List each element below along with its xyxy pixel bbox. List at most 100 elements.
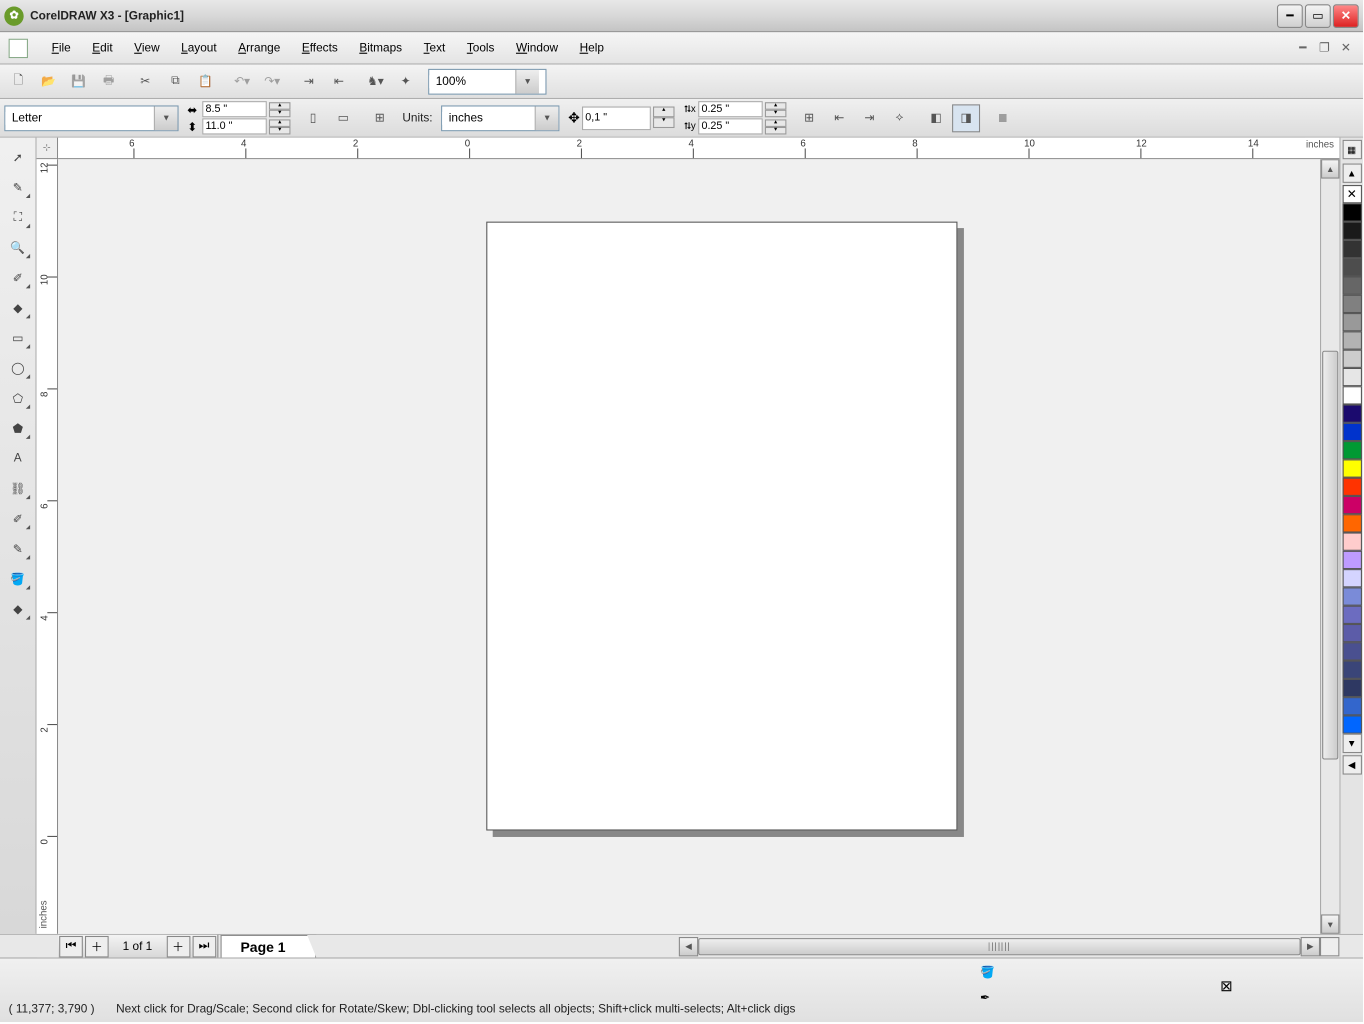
menu-bitmaps[interactable]: Bitmaps xyxy=(349,38,413,57)
eyedropper-tool[interactable]: ✐ xyxy=(4,506,32,532)
print-button[interactable]: 🖶 xyxy=(95,67,123,95)
color-swatch[interactable] xyxy=(1342,295,1361,313)
color-swatch[interactable] xyxy=(1342,313,1361,331)
mdi-minimize-button[interactable]: ━ xyxy=(1294,40,1311,55)
palette-options-button[interactable]: ▦ xyxy=(1342,140,1361,159)
portrait-button[interactable]: ▯ xyxy=(299,104,327,132)
horizontal-scrollbar[interactable]: ◀ ▶ xyxy=(317,935,1340,958)
corel-online-button[interactable]: ✦ xyxy=(392,67,420,95)
ruler-origin[interactable]: ⊹ xyxy=(37,138,59,160)
dup-y-input[interactable] xyxy=(698,118,763,134)
color-swatch[interactable] xyxy=(1342,569,1361,587)
new-button[interactable]: 🗋 xyxy=(4,67,32,95)
paste-button[interactable]: 📋 xyxy=(191,67,219,95)
dup-x-input[interactable] xyxy=(698,101,763,117)
units-combo[interactable]: ▼ xyxy=(441,105,559,131)
color-swatch[interactable] xyxy=(1342,386,1361,404)
hscroll-left-button[interactable]: ◀ xyxy=(679,936,698,955)
height-spinner[interactable]: ▴▾ xyxy=(269,119,291,134)
freehand-tool[interactable]: ✐ xyxy=(4,265,32,291)
redo-button[interactable]: ↷▾ xyxy=(258,67,286,95)
treat-as-filled-button[interactable]: ◧ xyxy=(922,104,950,132)
color-swatch[interactable] xyxy=(1342,661,1361,679)
hscroll-right-button[interactable]: ▶ xyxy=(1301,936,1320,955)
maximize-button[interactable]: ▭ xyxy=(1305,4,1331,28)
color-swatch[interactable] xyxy=(1342,423,1361,441)
zoom-input[interactable] xyxy=(429,75,515,88)
palette-scroll-up-button[interactable]: ▲ xyxy=(1342,164,1361,183)
color-swatch[interactable] xyxy=(1342,624,1361,642)
color-swatch[interactable] xyxy=(1342,642,1361,660)
ellipse-tool[interactable]: ◯ xyxy=(4,355,32,381)
export-button[interactable]: ⇤ xyxy=(325,67,353,95)
vscroll-thumb[interactable] xyxy=(1322,351,1338,760)
fill-indicator-icon[interactable]: 🪣 xyxy=(980,965,1002,987)
crop-tool[interactable]: ⛶ xyxy=(4,204,32,230)
smart-fill-tool[interactable]: ◆ xyxy=(4,295,32,321)
cut-button[interactable]: ✂ xyxy=(131,67,159,95)
mdi-restore-button[interactable]: ❐ xyxy=(1316,40,1333,55)
close-button[interactable]: ✕ xyxy=(1333,4,1359,28)
color-swatch[interactable] xyxy=(1342,441,1361,459)
page-tab[interactable]: Page 1 xyxy=(220,935,317,959)
color-swatch[interactable] xyxy=(1342,533,1361,551)
nudge-spinner[interactable]: ▴▾ xyxy=(653,106,675,130)
page-size-input[interactable] xyxy=(5,111,153,124)
menu-window[interactable]: Window xyxy=(505,38,569,57)
add-page-after-button[interactable]: ＋ xyxy=(166,935,190,957)
palette-expand-button[interactable]: ◀ xyxy=(1342,755,1361,774)
color-swatch[interactable] xyxy=(1342,514,1361,532)
zoom-combo[interactable]: ▼ xyxy=(428,68,546,94)
copy-button[interactable]: ⧉ xyxy=(161,67,189,95)
menu-arrange[interactable]: Arrange xyxy=(227,38,291,57)
import-button[interactable]: ⇥ xyxy=(295,67,323,95)
snap-to-objects-button[interactable]: ⇥ xyxy=(855,104,883,132)
vertical-scrollbar[interactable]: ▲ ▼ xyxy=(1320,159,1339,934)
draw-complex-button[interactable]: ◨ xyxy=(952,104,980,132)
shape-tool[interactable]: ✎ xyxy=(4,174,32,200)
vscroll-down-button[interactable]: ▼ xyxy=(1321,914,1339,933)
menu-edit[interactable]: Edit xyxy=(81,38,123,57)
save-button[interactable]: 💾 xyxy=(65,67,93,95)
interactive-blend-tool[interactable]: ⛓ xyxy=(4,476,32,502)
page-height-input[interactable] xyxy=(202,118,267,134)
color-swatch[interactable] xyxy=(1342,222,1361,240)
polygon-tool[interactable]: ⬠ xyxy=(4,385,32,411)
basic-shapes-tool[interactable]: ⬟ xyxy=(4,415,32,441)
interactive-fill-tool[interactable]: ◆ xyxy=(4,596,32,622)
menu-effects[interactable]: Effects xyxy=(291,38,348,57)
color-swatch[interactable] xyxy=(1342,203,1361,221)
vertical-ruler[interactable]: inches 121086420 xyxy=(37,159,59,934)
color-swatch[interactable] xyxy=(1342,697,1361,715)
mdi-close-button[interactable]: ✕ xyxy=(1337,40,1354,55)
menu-view[interactable]: View xyxy=(123,38,170,57)
drawing-surface[interactable] xyxy=(58,159,1339,934)
color-swatch[interactable] xyxy=(1342,350,1361,368)
open-button[interactable]: 📂 xyxy=(34,67,62,95)
app-launcher-button[interactable]: ♞▾ xyxy=(361,67,389,95)
dup-x-spinner[interactable]: ▴▾ xyxy=(765,102,787,117)
hscroll-thumb[interactable] xyxy=(698,938,1300,955)
page-size-dropdown-button[interactable]: ▼ xyxy=(154,106,178,130)
color-swatch[interactable] xyxy=(1342,496,1361,514)
landscape-button[interactable]: ▭ xyxy=(329,104,357,132)
dynamic-guides-button[interactable]: ⟡ xyxy=(885,104,913,132)
vscroll-up-button[interactable]: ▲ xyxy=(1321,159,1339,178)
last-page-button[interactable]: ⏭ xyxy=(192,935,216,957)
text-tool[interactable]: A xyxy=(4,445,32,471)
minimize-button[interactable]: ━ xyxy=(1277,4,1303,28)
color-swatch[interactable] xyxy=(1342,258,1361,276)
color-swatch[interactable] xyxy=(1342,551,1361,569)
color-swatch[interactable] xyxy=(1342,679,1361,697)
menu-help[interactable]: Help xyxy=(569,38,615,57)
outline-tool[interactable]: ✎ xyxy=(4,536,32,562)
color-swatch[interactable] xyxy=(1342,459,1361,477)
page-width-input[interactable] xyxy=(202,101,267,117)
horizontal-ruler[interactable]: inches 64202468101214 xyxy=(58,138,1339,160)
color-swatch[interactable] xyxy=(1342,368,1361,386)
units-dropdown-button[interactable]: ▼ xyxy=(535,106,559,130)
menu-text[interactable]: Text xyxy=(413,38,456,57)
units-input[interactable] xyxy=(442,111,535,124)
color-swatch[interactable] xyxy=(1342,715,1361,733)
hscroll-end-button[interactable] xyxy=(1320,936,1339,955)
